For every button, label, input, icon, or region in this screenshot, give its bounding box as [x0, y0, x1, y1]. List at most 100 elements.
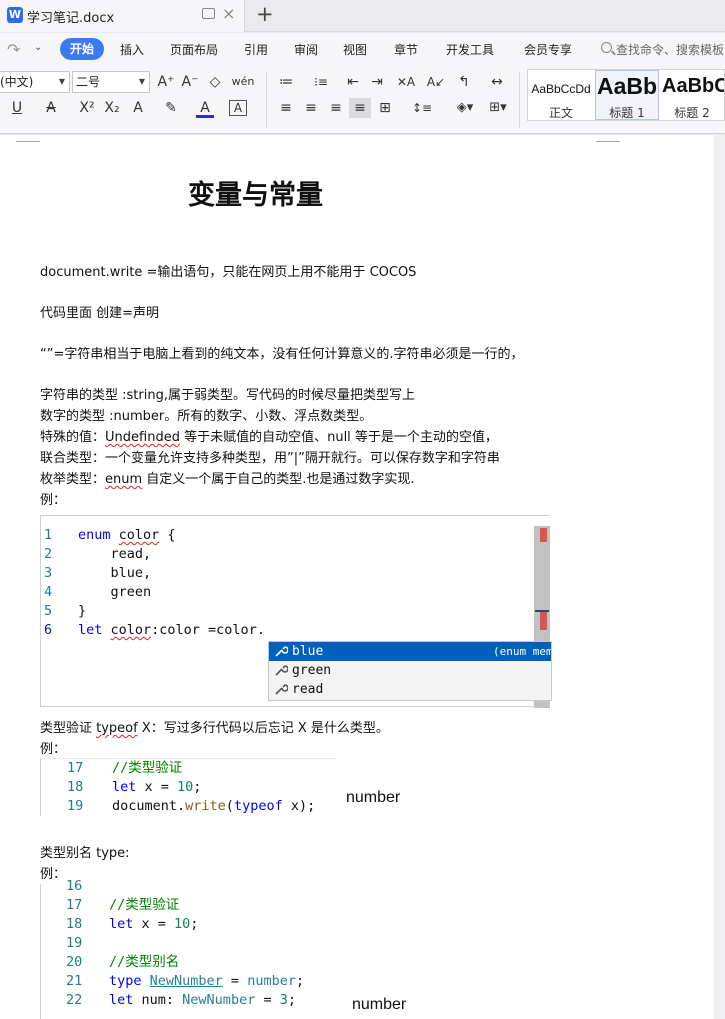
code-token: blue,	[78, 565, 152, 581]
code-line: 5}	[41, 602, 531, 621]
scrollbar-error-marker	[540, 612, 547, 630]
paragraph-document-write: document.write =输出语句，只能在网页上用不能用于 COCOS	[40, 265, 417, 280]
font-size-select[interactable]: 二号 ▼	[72, 71, 150, 93]
tab-home[interactable]: 开始	[60, 38, 104, 60]
tab-insert[interactable]: 插入	[120, 41, 144, 58]
char-border-button[interactable]: A	[229, 100, 247, 116]
superscript-button[interactable]: X²	[76, 98, 98, 118]
code-token: ;	[295, 973, 305, 989]
justify-button[interactable]: ≡	[349, 98, 371, 118]
align-right-button[interactable]: ≡	[328, 98, 344, 118]
align-center-button[interactable]: ≡	[303, 98, 319, 118]
code-token: let	[112, 779, 137, 795]
decrease-indent-button[interactable]: ⇤	[344, 72, 362, 92]
tab-references[interactable]: 引用	[244, 41, 268, 58]
line-number: 17	[66, 897, 83, 913]
tab-review[interactable]: 审阅	[294, 41, 318, 58]
code-text: //类型验证	[112, 759, 182, 778]
style-heading-1[interactable]: AaBb 标题 1	[595, 70, 659, 120]
suggestion-item[interactable]: green	[269, 661, 551, 680]
float-window-icon[interactable]	[202, 8, 215, 19]
code-token: write	[185, 798, 226, 814]
bullet-list-button[interactable]: ≔	[275, 72, 297, 92]
tab-member[interactable]: 会员专享	[524, 41, 572, 58]
font-color-button[interactable]: A	[196, 98, 214, 118]
code-token: (	[225, 798, 234, 814]
line-number: 6	[44, 622, 53, 638]
suggestion-item[interactable]: blue (enum mem	[269, 642, 551, 661]
code-token: NewNumber	[182, 992, 256, 1008]
style-normal[interactable]: AaBbCcDd 正文	[528, 70, 594, 120]
close-tab-icon[interactable]: ×	[222, 4, 235, 23]
code-token: color	[110, 622, 152, 638]
font-name-select[interactable]: (中文) ▼	[0, 71, 70, 93]
paragraph-mark-button[interactable]: ↰	[455, 72, 473, 92]
tab-section[interactable]: 章节	[394, 41, 418, 58]
document-tab[interactable]: W 学习笔记.docx ×	[0, 0, 245, 32]
paragraph-example-label: 例：	[40, 493, 67, 508]
code-line: 6 let color:color =color.	[41, 621, 531, 640]
code-token: :color =color.	[151, 622, 265, 638]
paragraph-special-values: 特殊的值：Undefinded 等于未赋值的自动空值、null 等于是一个主动的…	[40, 426, 498, 445]
wps-writer-window: W 学习笔记.docx × + ↷ ⌄ 开始 插入 页面布局 引用 审阅 视图 …	[0, 0, 725, 1019]
code-token: x);	[282, 798, 316, 814]
increase-indent-button[interactable]: ⇥	[368, 72, 386, 92]
paragraph-union-type: 联合类型：一个变量允许支持多种类型，用”|”隔开就行。可以保存数字和字符串	[40, 451, 500, 466]
code-token: x =	[133, 916, 175, 932]
command-search-input[interactable]: 查找命令、搜索模板	[616, 41, 724, 58]
distributed-align-button[interactable]: ⊞	[376, 98, 394, 118]
code-token: NewNumber	[149, 973, 223, 989]
paragraph-number-type: 数字的类型 :number。所有的数字、小数、浮点数类型。	[40, 409, 373, 424]
line-spacing-button[interactable]: ↕≡	[409, 98, 435, 118]
clear-format-button[interactable]: ◇	[205, 72, 225, 92]
vertical-scrollbar[interactable]	[715, 135, 725, 1019]
shrink-font-button[interactable]: A⁻	[180, 72, 200, 92]
distributed-button[interactable]: ↔	[487, 72, 507, 92]
paragraph-string-type: 字符串的类型 :string,属于弱类型。写代码的时候尽量把类型写上	[40, 388, 415, 403]
style-normal-label: 正文	[548, 106, 573, 120]
text-run: 等于未赋值的自动空值、null 等于是一个主动的空值，	[179, 430, 498, 445]
code-token: let	[109, 916, 134, 932]
chinese-layout-button[interactable]: ✕A	[393, 72, 419, 92]
search-icon[interactable]	[601, 42, 612, 53]
code-text: let x = 10;	[112, 778, 201, 797]
code-line: 2 read,	[41, 545, 531, 564]
quick-access-dropdown[interactable]: ⌄	[34, 42, 42, 53]
tab-developer[interactable]: 开发工具	[446, 41, 494, 58]
code-text: blue,	[78, 564, 152, 583]
tab-view[interactable]: 视图	[343, 41, 367, 58]
typeof-code-screenshot: 17 //类型验证 18 let x = 10; 19 document.write(ty…	[40, 758, 336, 816]
numbered-list-button[interactable]: ⁝≡	[310, 72, 332, 92]
code-text: }	[78, 602, 86, 621]
code-line: 20 //类型别名	[41, 953, 341, 972]
borders-button[interactable]: ⊞▾	[485, 98, 511, 118]
highlight-button[interactable]: ✎	[162, 98, 180, 118]
align-left-button[interactable]: ≡	[278, 98, 294, 118]
new-tab-button[interactable]: +	[256, 2, 274, 26]
line-number: 18	[66, 916, 83, 932]
underline-button[interactable]: U	[8, 98, 26, 118]
tab-page-layout[interactable]: 页面布局	[170, 41, 218, 58]
text-direction-button[interactable]: A↙	[426, 72, 446, 92]
autocomplete-popup: blue (enum mem green read	[268, 641, 552, 701]
shading-button[interactable]: ◈▾	[452, 98, 478, 118]
type-alias-code-screenshot: 16 17 //类型验证 18 let x = 10; 19 20 //类型别名 21 type …	[40, 878, 341, 1019]
line-number: 3	[44, 565, 53, 581]
style-heading-2[interactable]: AaBbC 标题 2	[659, 70, 725, 120]
code-token: 10	[174, 916, 191, 932]
code-token: color	[118, 527, 160, 543]
suggestion-item[interactable]: read	[269, 680, 551, 699]
misspelled-word: Undefinded	[105, 430, 180, 445]
style-heading-2-label: 标题 2	[674, 106, 710, 120]
phonetic-guide-button[interactable]: wén	[230, 72, 256, 92]
strikethrough-button[interactable]: A	[42, 98, 60, 118]
suggestion-label: read	[292, 682, 324, 697]
grow-font-button[interactable]: A⁺	[156, 72, 176, 92]
document-title: 学习笔记.docx	[27, 11, 115, 26]
text-effect-button[interactable]: A	[129, 98, 147, 118]
font-size-value: 二号	[76, 75, 101, 89]
code-line: 3 blue,	[41, 564, 531, 583]
subscript-button[interactable]: X₂	[101, 98, 123, 118]
redo-icon[interactable]: ↷	[7, 40, 20, 59]
code-text: read,	[78, 545, 152, 564]
